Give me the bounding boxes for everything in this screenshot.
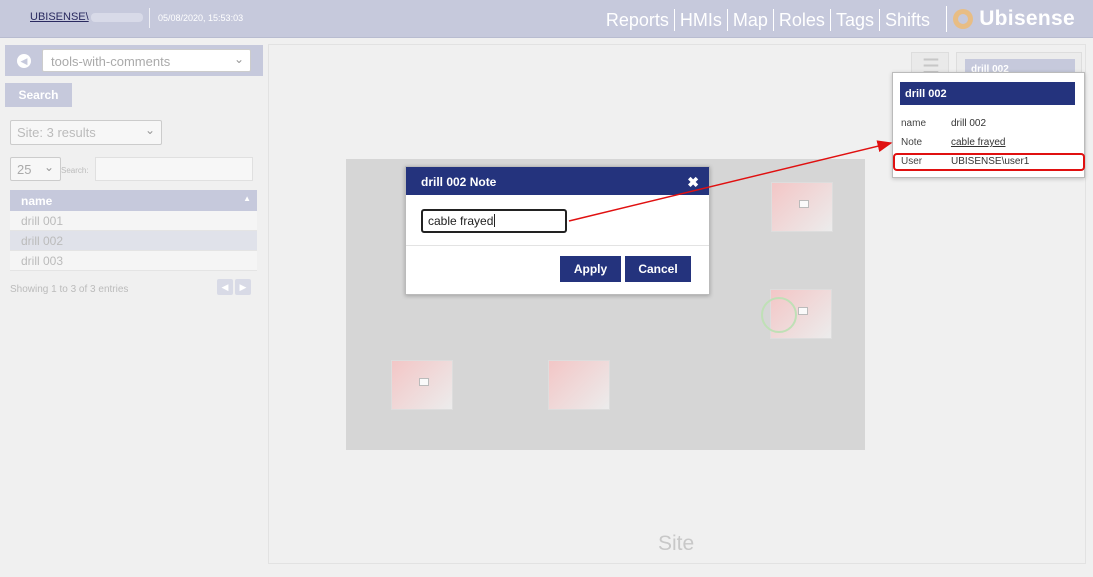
property-label: Note — [901, 137, 923, 148]
sort-asc-icon: ▲ — [243, 194, 251, 203]
property-value: drill 002 — [951, 118, 987, 129]
filter-bar: ◀ tools-with-comments ⌄ — [5, 45, 263, 76]
object-thumbnail — [799, 199, 809, 208]
chevron-down-icon: ⌄ — [144, 123, 155, 137]
object-thumbnail — [798, 306, 808, 315]
header-divider — [149, 8, 150, 28]
property-label: name — [901, 118, 927, 129]
note-input-value: cable frayed — [428, 214, 494, 228]
search-button[interactable]: Search — [5, 83, 72, 107]
table-row[interactable]: drill 003 — [10, 251, 257, 271]
dialog-divider — [406, 245, 709, 246]
results-table: name ▲ drill 001 drill 002 drill 003 — [10, 190, 257, 271]
map-object[interactable] — [548, 360, 610, 410]
site-select-value: Site: 3 results — [17, 125, 96, 140]
top-bar: UBISENSE\ 05/08/2020, 15:53:03 Reports H… — [0, 0, 1093, 38]
nav-roles[interactable]: Roles — [772, 9, 830, 31]
map-object[interactable] — [771, 182, 833, 232]
user-link[interactable]: UBISENSE\ — [30, 11, 143, 23]
table-row[interactable]: drill 002 — [10, 231, 257, 251]
column-header-label: name — [21, 194, 53, 208]
nav-shifts[interactable]: Shifts — [878, 9, 935, 31]
table-search-label: Search: — [61, 166, 89, 175]
page-length-value: 25 — [17, 162, 32, 177]
note-link[interactable]: cable frayed — [951, 137, 1005, 148]
next-page-icon[interactable]: ▶ — [235, 279, 251, 295]
note-input[interactable]: cable frayed — [421, 209, 567, 233]
note-dialog: drill 002 Note ✖ cable frayed Apply Canc… — [405, 166, 710, 295]
map-object[interactable] — [391, 360, 453, 410]
back-arrow-icon[interactable]: ◀ — [17, 54, 31, 68]
chevron-down-icon: ⌄ — [43, 160, 54, 174]
redacted-username — [90, 12, 143, 22]
brand-name: Ubisense — [979, 7, 1075, 30]
filter-select-value: tools-with-comments — [51, 54, 171, 69]
page-length-select[interactable]: 25 ⌄ — [10, 157, 61, 181]
user-name: UBISENSE\ — [30, 11, 89, 23]
map-label: Site — [658, 532, 695, 555]
column-header-name[interactable]: name ▲ — [10, 190, 257, 211]
apply-button[interactable]: Apply — [560, 256, 621, 282]
ubisense-logo-icon — [953, 9, 974, 29]
text-cursor — [494, 214, 496, 227]
object-thumbnail — [419, 377, 429, 386]
chevron-down-icon: ⌄ — [233, 52, 244, 66]
table-row[interactable]: drill 001 — [10, 211, 257, 231]
nav-reports[interactable]: Reports — [601, 9, 674, 31]
dialog-header: drill 002 Note ✖ — [406, 167, 709, 195]
annotation-highlight — [893, 153, 1085, 171]
table-info: Showing 1 to 3 of 3 entries — [10, 284, 129, 295]
brand-logo: Ubisense — [946, 6, 1075, 32]
nav-tags[interactable]: Tags — [829, 9, 879, 31]
left-panel: ◀ tools-with-comments ⌄ Search Site: 3 r… — [0, 38, 268, 577]
main-nav: Reports HMIs Map Roles Tags Shifts — [601, 9, 935, 31]
table-search-input[interactable] — [95, 157, 253, 181]
dialog-title: drill 002 Note — [421, 175, 497, 189]
close-icon[interactable]: ✖ — [687, 174, 699, 191]
pagination: ◀ ▶ — [217, 279, 251, 295]
popup-title: drill 002 — [900, 82, 1075, 105]
nav-hmis[interactable]: HMIs — [673, 9, 727, 31]
filter-select[interactable]: tools-with-comments ⌄ — [42, 49, 251, 72]
cancel-button[interactable]: Cancel — [625, 256, 691, 282]
prev-page-icon[interactable]: ◀ — [217, 279, 233, 295]
nav-map[interactable]: Map — [726, 9, 773, 31]
datetime: 05/08/2020, 15:53:03 — [158, 13, 244, 23]
site-select[interactable]: Site: 3 results ⌄ — [10, 120, 162, 145]
selection-ring — [761, 297, 797, 333]
